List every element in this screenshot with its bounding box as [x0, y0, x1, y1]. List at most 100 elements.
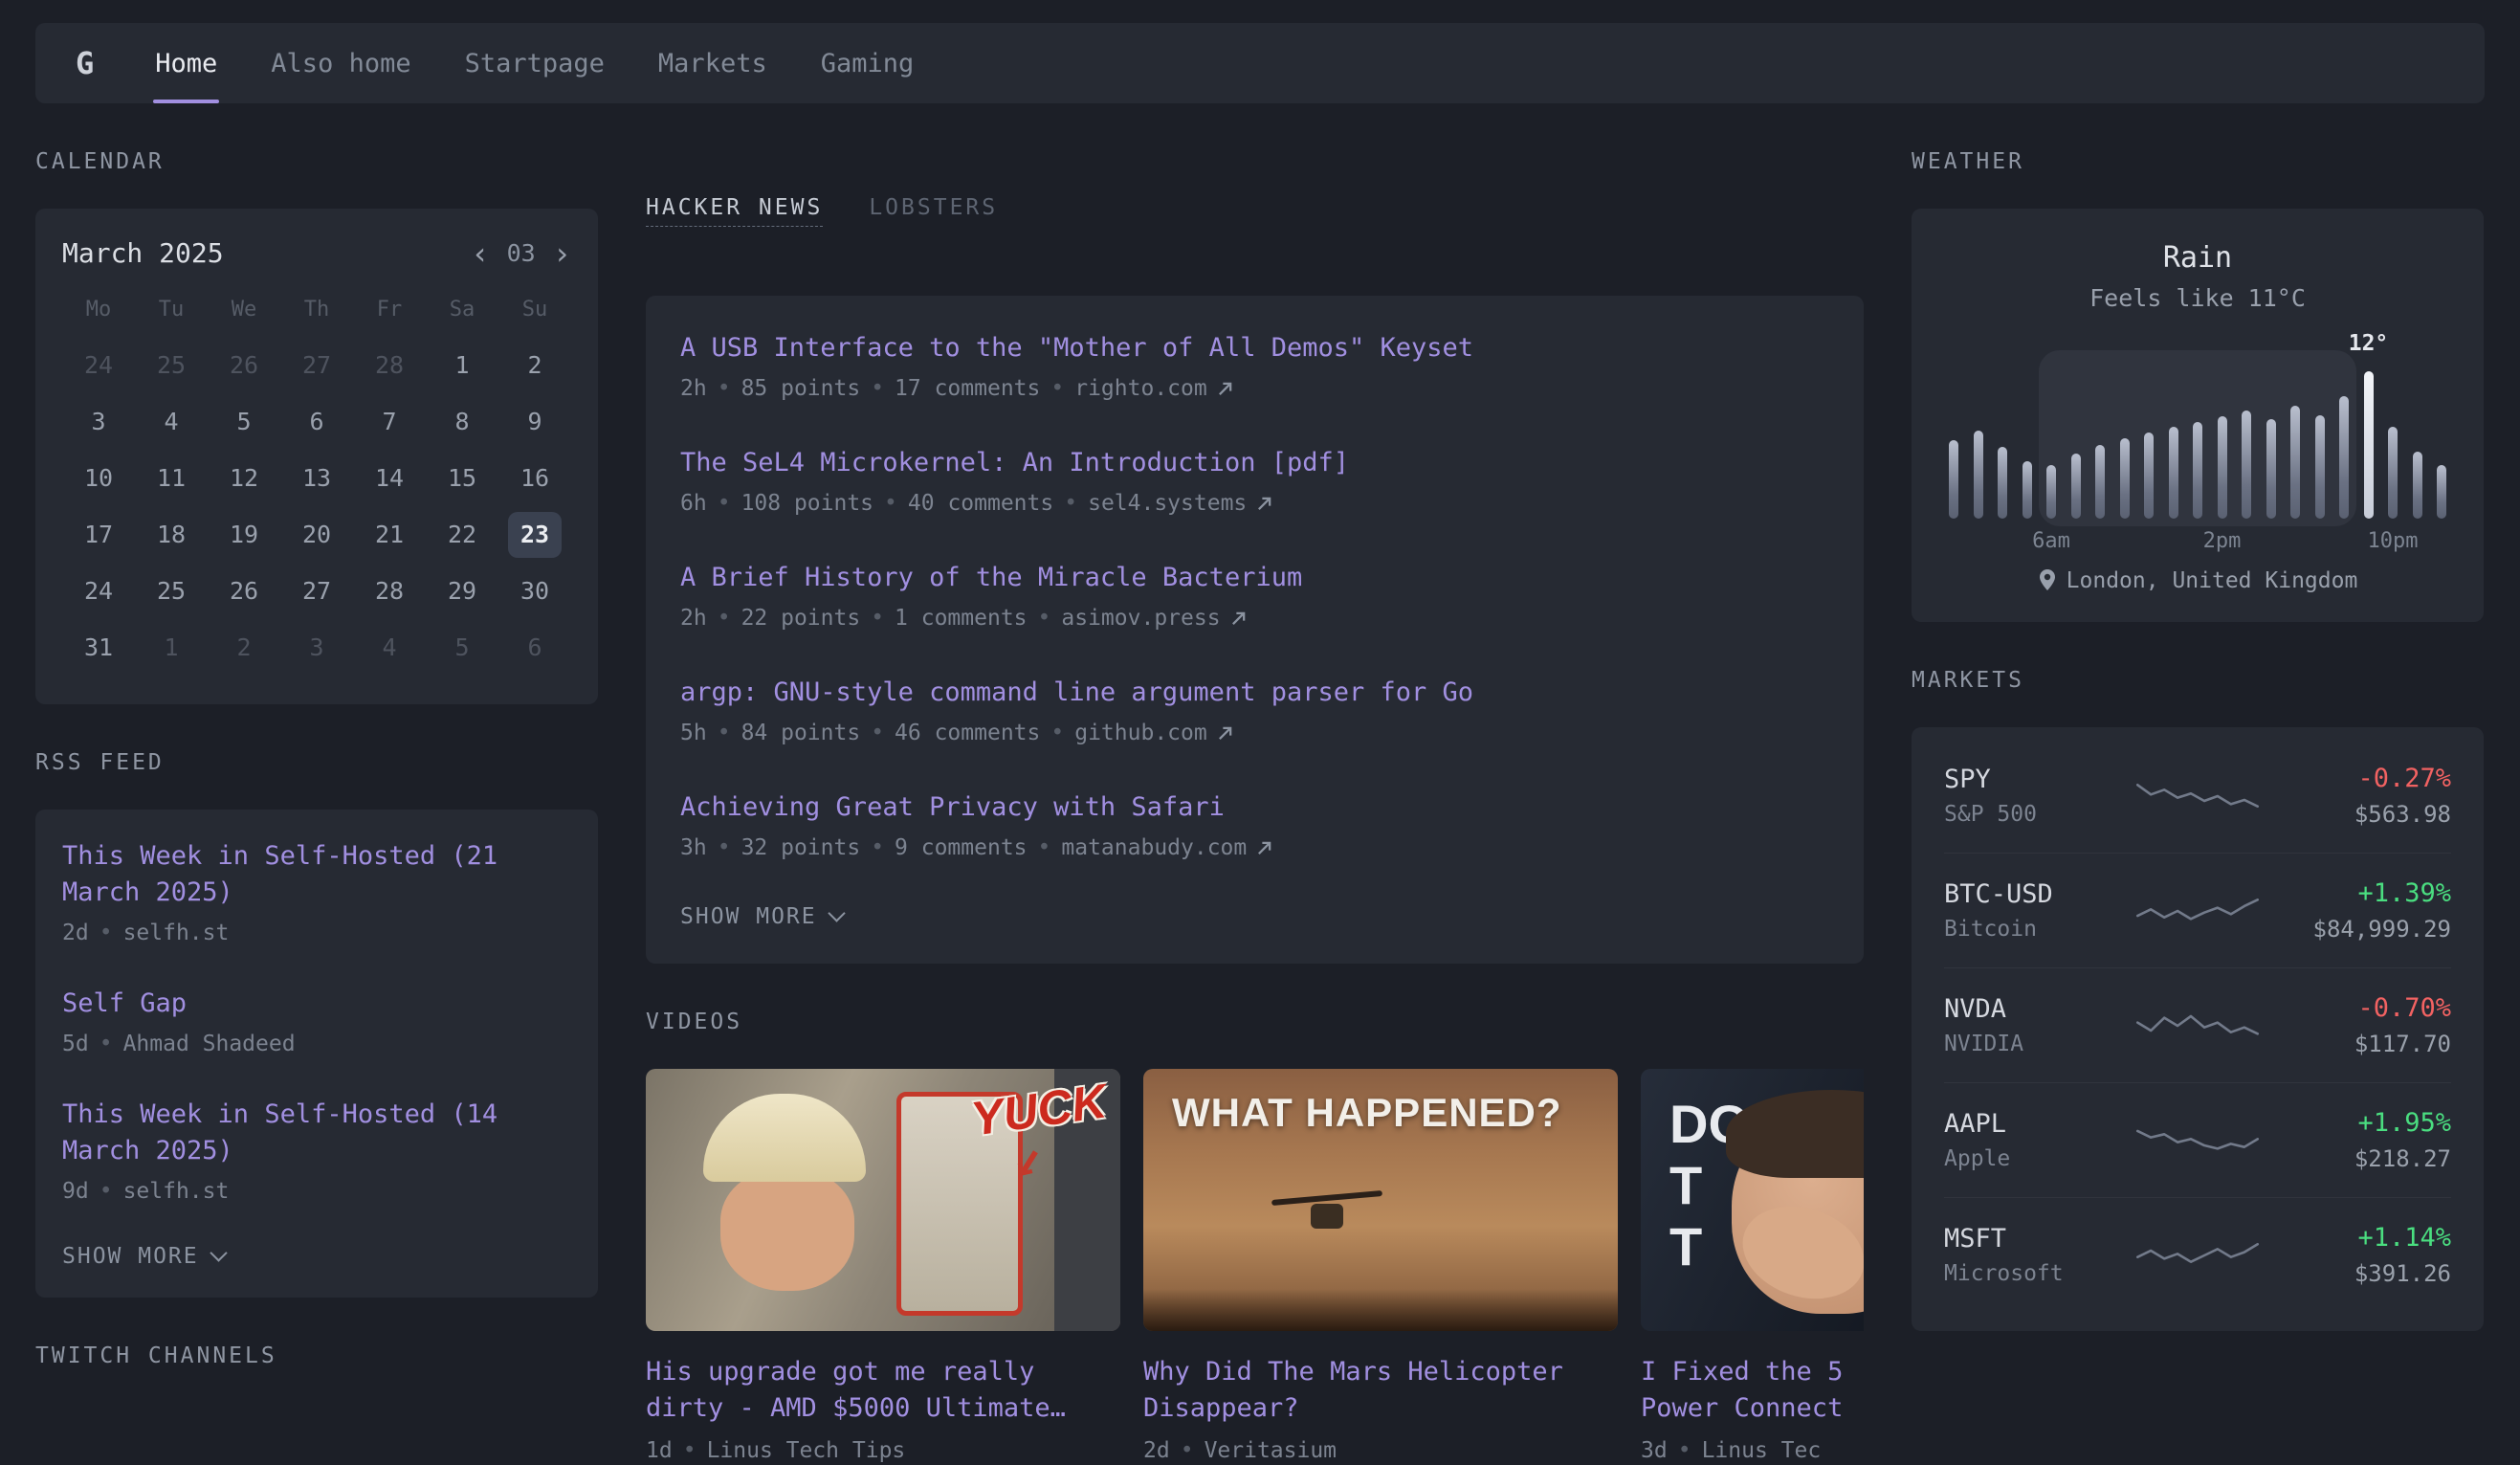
calendar-day-number: 5	[217, 399, 271, 445]
calendar-day: 5	[426, 619, 498, 676]
news-item-title[interactable]: Achieving Great Privacy with Safari	[680, 789, 1829, 826]
calendar-day-number: 24	[72, 343, 125, 388]
market-row[interactable]: MSFTMicrosoft+1.14%$391.26	[1944, 1197, 2451, 1312]
video-thumbnail[interactable]: YUCK↓	[646, 1069, 1120, 1331]
video-card: WHAT HAPPENED? Why Did The Mars Helicopte…	[1143, 1069, 1618, 1465]
weather-bar	[2315, 415, 2325, 519]
market-price-block: +1.95%$218.27	[2260, 1108, 2451, 1172]
external-link-icon	[1256, 496, 1272, 512]
calendar-next-icon[interactable]: ›	[553, 242, 571, 265]
weather-section-title: WEATHER	[1912, 149, 2484, 174]
video-title[interactable]: I Fixed the 5Power Connect	[1641, 1354, 1864, 1427]
rss-item-title[interactable]: This Week in Self-Hosted (14 March 2025)	[62, 1097, 571, 1169]
calendar-day: 4	[353, 619, 426, 676]
calendar-day-today: 23	[498, 506, 571, 563]
news-item-domain[interactable]: sel4.systems	[1088, 489, 1247, 518]
calendar-day: 16	[498, 450, 571, 506]
hardhat-shape	[703, 1094, 866, 1182]
calendar-prev-icon[interactable]: ‹	[471, 242, 489, 265]
market-price-block: +1.14%$391.26	[2260, 1223, 2451, 1287]
market-row[interactable]: BTC-USDBitcoin+1.39%$84,999.29	[1944, 853, 2451, 967]
nav-tab-startpage[interactable]: Startpage	[463, 23, 607, 103]
helicopter-shape	[1271, 1195, 1382, 1229]
calendar-day: 6	[280, 393, 353, 450]
nav-tab-home[interactable]: Home	[153, 23, 219, 103]
calendar-day: 5	[208, 393, 280, 450]
nav-tab-also-home[interactable]: Also home	[269, 23, 412, 103]
news-item-domain[interactable]: righto.com	[1074, 374, 1206, 403]
video-thumbnail[interactable]: WHAT HAPPENED?	[1143, 1069, 1618, 1331]
news-item-title[interactable]: A USB Interface to the "Mother of All De…	[680, 330, 1829, 366]
nav-tab-gaming[interactable]: Gaming	[819, 23, 917, 103]
meta-separator: •	[871, 833, 884, 862]
news-item-domain[interactable]: asimov.press	[1061, 604, 1220, 633]
calendar-day: 20	[280, 506, 353, 563]
market-price: $218.27	[2260, 1145, 2451, 1172]
news-item-domain[interactable]: matanabudy.com	[1061, 833, 1247, 862]
calendar-day-number: 30	[508, 568, 562, 614]
nav-tab-markets[interactable]: Markets	[656, 23, 769, 103]
rss-show-more-button[interactable]: SHOW MORE	[62, 1244, 571, 1269]
app-logo[interactable]: G	[76, 45, 94, 81]
calendar-day-number: 7	[363, 399, 416, 445]
calendar-day: 18	[135, 506, 208, 563]
news-show-more-label: SHOW MORE	[680, 904, 817, 929]
market-price: $117.70	[2260, 1031, 2451, 1057]
news-item-title[interactable]: argp: GNU-style command line argument pa…	[680, 675, 1829, 711]
rss-item-title[interactable]: This Week in Self-Hosted (21 March 2025)	[62, 838, 571, 911]
calendar-day-number: 14	[363, 455, 416, 501]
calendar-day: 22	[426, 506, 498, 563]
market-change: -0.70%	[2260, 993, 2451, 1023]
meta-text: 85 points	[741, 374, 861, 403]
video-title[interactable]: His upgrade got me reallydirty - AMD $50…	[646, 1354, 1120, 1427]
middle-column: HACKER NEWS LOBSTERS A USB Interface to t…	[646, 103, 1864, 1465]
dashboard-page: G HomeAlso homeStartpageMarketsGaming CA…	[0, 0, 2520, 1465]
calendar-day-number: 19	[217, 512, 271, 558]
news-show-more-button[interactable]: SHOW MORE	[680, 904, 1829, 929]
meta-separator: •	[884, 489, 897, 518]
weather-bar	[2095, 445, 2105, 519]
news-item: A Brief History of the Miracle Bacterium…	[680, 560, 1829, 633]
news-tab-lobsters[interactable]: LOBSTERS	[869, 195, 998, 220]
meta-text: Ahmad Shadeed	[123, 1030, 296, 1058]
meta-text: selfh.st	[123, 1177, 230, 1206]
news-item-domain[interactable]: github.com	[1074, 719, 1206, 747]
news-item-title[interactable]: The SeL4 Microkernel: An Introduction [p…	[680, 445, 1829, 481]
market-sparkline	[2135, 774, 2260, 818]
video-card: YUCK↓ His upgrade got me reallydirty - AM…	[646, 1069, 1120, 1465]
calendar-day: 2	[498, 337, 571, 393]
calendar-day: 11	[135, 450, 208, 506]
market-price-block: +1.39%$84,999.29	[2260, 878, 2451, 943]
calendar-day-number: 28	[363, 343, 416, 388]
news-item-title[interactable]: A Brief History of the Miracle Bacterium	[680, 560, 1829, 596]
rss-item-title[interactable]: Self Gap	[62, 986, 571, 1022]
calendar-day: 2	[208, 619, 280, 676]
weather-bar	[2218, 416, 2227, 519]
video-title[interactable]: Why Did The Mars HelicopterDisappear?	[1143, 1354, 1618, 1427]
meta-separator: •	[718, 719, 731, 747]
market-price: $391.26	[2260, 1260, 2451, 1287]
calendar-day-number: 11	[144, 455, 198, 501]
market-row[interactable]: AAPLApple +1.95%$218.27	[1944, 1082, 2451, 1197]
top-nav: G Home Also home Startpage Markets Gaming	[35, 23, 2485, 103]
market-price-block: -0.70% $117.70	[2260, 993, 2451, 1057]
location-pin-icon	[2038, 569, 2057, 592]
calendar-weekday: We	[208, 286, 280, 337]
video-thumbnail[interactable]: DOTT	[1641, 1069, 1864, 1331]
meta-text: 2h	[680, 604, 707, 633]
chevron-down-icon	[828, 904, 845, 921]
news-tab-hacker-news[interactable]: HACKER NEWS	[646, 195, 823, 227]
market-symbol-block: SPYS&P 500	[1944, 765, 2135, 827]
calendar-day: 27	[280, 563, 353, 619]
weather-bar	[2071, 454, 2081, 519]
market-symbol-block: AAPLApple	[1944, 1109, 2135, 1171]
rss-item-meta: 9d•selfh.st	[62, 1177, 571, 1206]
market-row[interactable]: SPYS&P 500-0.27%$563.98	[1944, 739, 2451, 853]
market-row[interactable]: NVDANVIDIA-0.70%$117.70	[1944, 967, 2451, 1082]
calendar-day-number: 29	[435, 568, 489, 614]
meta-separator: •	[718, 833, 731, 862]
weather-bar	[2023, 461, 2032, 519]
calendar-day: 24	[62, 337, 135, 393]
meta-text: 6h	[680, 489, 707, 518]
meta-separator: •	[99, 919, 113, 947]
